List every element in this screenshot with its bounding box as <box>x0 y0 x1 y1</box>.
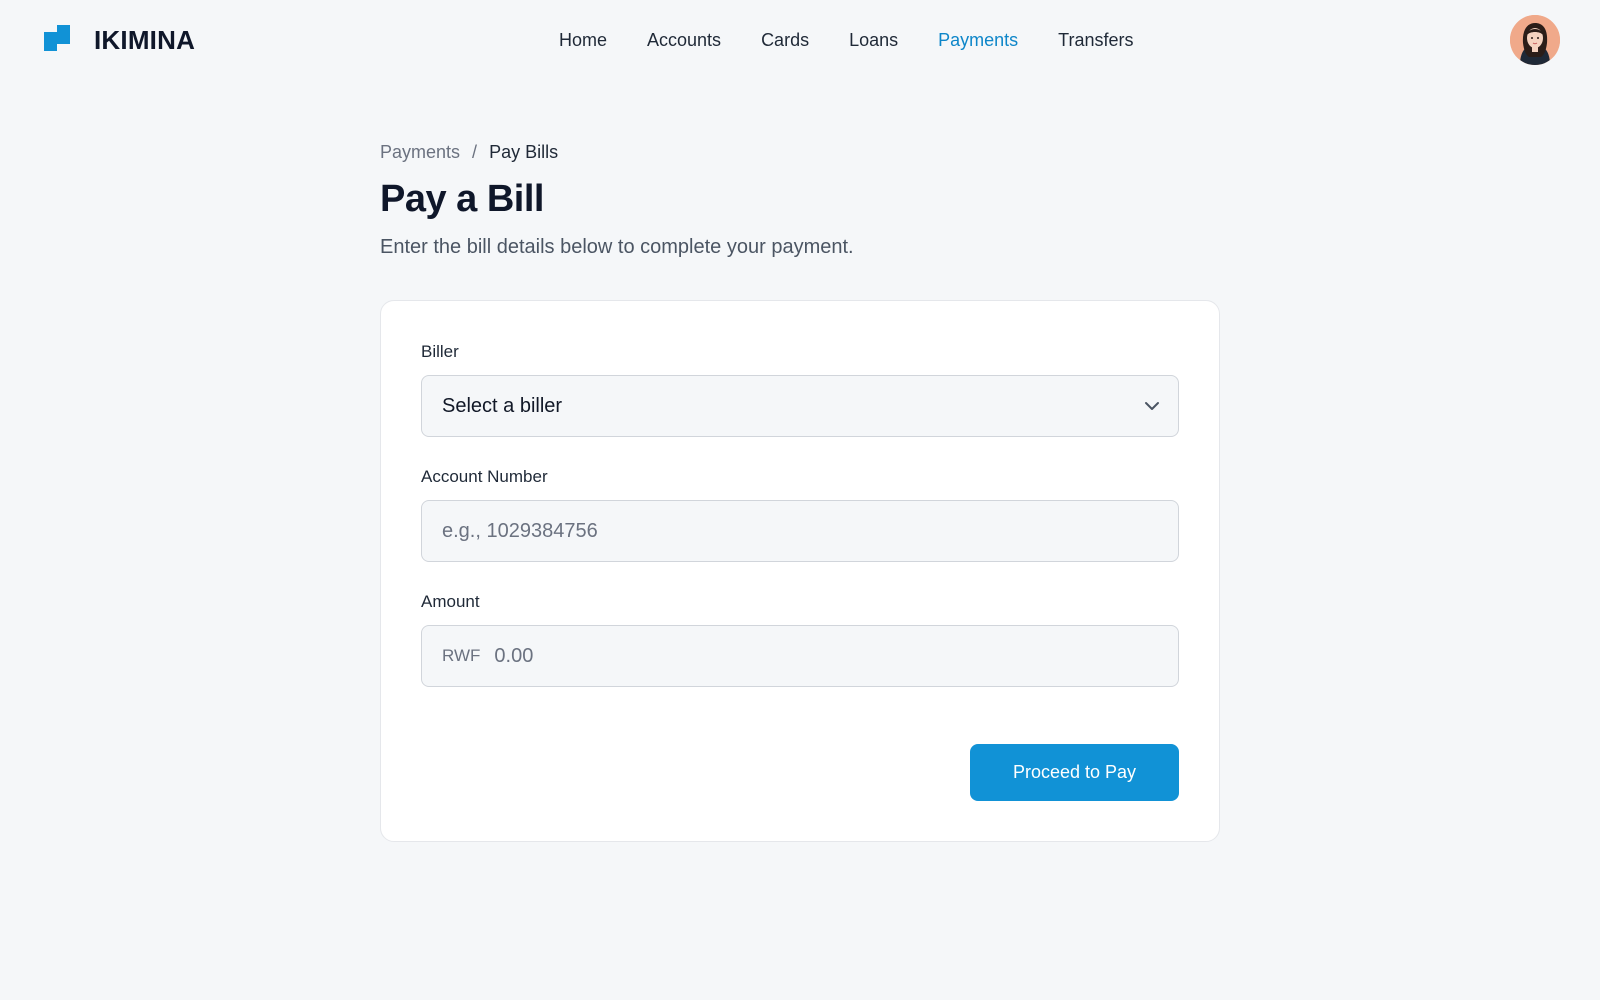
page-title: Pay a Bill <box>380 178 544 220</box>
currency-prefix: RWF <box>442 646 481 665</box>
brand[interactable]: IKIMINA <box>44 24 195 56</box>
breadcrumb-separator: / <box>472 142 478 162</box>
top-navbar: IKIMINA Home Accounts Cards Loans Paymen… <box>0 0 1600 80</box>
biller-label: Biller <box>421 342 459 361</box>
main-content: Payments / Pay Bills Pay a Bill Enter th… <box>380 140 1220 842</box>
main-nav: Home Accounts Cards Loans Payments Trans… <box>559 29 1174 51</box>
nav-item-home[interactable]: Home <box>559 29 607 51</box>
nav-item-loans[interactable]: Loans <box>849 29 898 51</box>
account-number-input[interactable]: e.g., 1029384756 <box>421 500 1179 562</box>
brand-logo-icon <box>44 24 72 56</box>
account-number-placeholder: e.g., 1029384756 <box>442 519 598 542</box>
brand-name: IKIMINA <box>94 24 196 55</box>
amount-placeholder: 0.00 <box>494 644 534 667</box>
nav-item-transfers[interactable]: Transfers <box>1058 29 1133 51</box>
account-number-label: Account Number <box>421 467 548 486</box>
pay-bill-form-card: Biller Select a biller Account Number e.… <box>380 300 1220 842</box>
biller-select[interactable]: Select a biller <box>421 375 1179 437</box>
user-avatar-icon <box>1510 15 1560 65</box>
user-avatar[interactable] <box>1510 15 1560 65</box>
breadcrumb-payments-link[interactable]: Payments <box>380 140 460 164</box>
form-actions: Proceed to Pay <box>970 744 1179 801</box>
nav-item-cards[interactable]: Cards <box>761 29 809 51</box>
chevron-down-icon <box>1145 402 1159 410</box>
amount-label: Amount <box>421 592 480 611</box>
nav-item-payments[interactable]: Payments <box>938 29 1018 51</box>
amount-input[interactable]: RWF 0.00 <box>421 625 1179 687</box>
proceed-to-pay-button[interactable]: Proceed to Pay <box>970 744 1179 801</box>
breadcrumb: Payments / Pay Bills <box>380 140 1220 164</box>
amount-field: Amount RWF 0.00 <box>421 591 1179 687</box>
page-subtitle: Enter the bill details below to complete… <box>380 236 854 258</box>
biller-field: Biller Select a biller <box>421 341 1179 437</box>
biller-select-value: Select a biller <box>442 394 563 417</box>
breadcrumb-current: Pay Bills <box>489 142 559 162</box>
nav-item-accounts[interactable]: Accounts <box>647 29 721 51</box>
account-number-field: Account Number e.g., 1029384756 <box>421 466 1179 562</box>
